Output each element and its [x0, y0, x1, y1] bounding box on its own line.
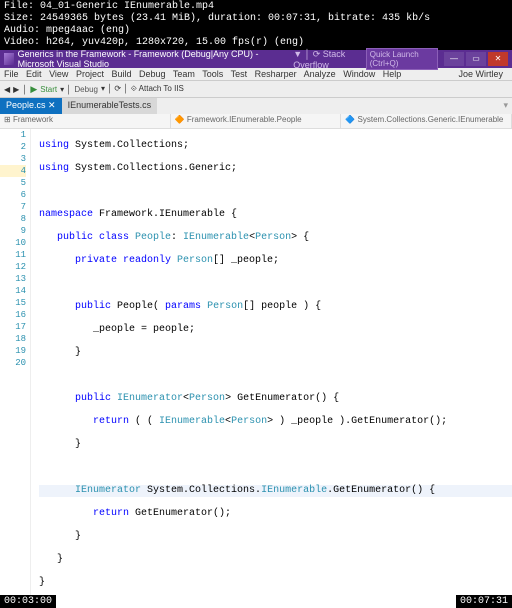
code-area[interactable]: using System.Collections; using System.C…	[31, 129, 512, 608]
menu-help[interactable]: Help	[383, 69, 402, 79]
start-button[interactable]: Start	[40, 85, 57, 94]
stack-overflow-label[interactable]: Stack Overflow	[293, 49, 345, 70]
timecode-duration: 00:07:31	[456, 595, 512, 608]
nav-fwd-icon[interactable]: ▶	[13, 85, 19, 94]
tab-tests-cs[interactable]: IEnumerableTests.cs	[62, 98, 158, 114]
quick-launch-input[interactable]: Quick Launch (Ctrl+Q)	[366, 48, 438, 70]
menu-view[interactable]: View	[49, 69, 68, 79]
menu-test[interactable]: Test	[231, 69, 248, 79]
nav-project[interactable]: ⊞ Framework	[0, 114, 171, 128]
start-icon[interactable]: ▶	[30, 84, 37, 95]
nav-bar: ⊞ Framework 🔶 Framework.IEnumerable.Peop…	[0, 114, 512, 129]
vs-window-top: Generics in the Framework - Framework (D…	[0, 50, 512, 608]
menu-window[interactable]: Window	[343, 69, 375, 79]
maximize-button[interactable]: ▭	[466, 52, 486, 66]
document-tabs: People.cs ✕ IEnumerableTests.cs ▾	[0, 98, 512, 114]
menu-edit[interactable]: Edit	[26, 69, 42, 79]
config-debug[interactable]: Debug	[74, 85, 98, 94]
menu-file[interactable]: File	[4, 69, 19, 79]
close-button[interactable]: ✕	[488, 52, 508, 66]
tab-people-cs[interactable]: People.cs ✕	[0, 98, 62, 114]
menu-debug[interactable]: Debug	[139, 69, 166, 79]
meta-file: File: 04_01-Generic IEnumerable.mp4	[4, 1, 508, 13]
nav-member[interactable]: 🔷 System.Collections.Generic.IEnumerable	[341, 114, 512, 128]
media-metadata: File: 04_01-Generic IEnumerable.mp4 Size…	[0, 0, 512, 50]
menu-team[interactable]: Team	[173, 69, 195, 79]
nav-type[interactable]: 🔶 Framework.IEnumerable.People	[171, 114, 342, 128]
meta-size: Size: 24549365 bytes (23.41 MiB), durati…	[4, 13, 508, 25]
minimize-button[interactable]: —	[444, 52, 464, 66]
tab-overflow-icon[interactable]: ▾	[499, 98, 512, 114]
menu-resharper[interactable]: Resharper	[255, 69, 297, 79]
window-title: Generics in the Framework - Framework (D…	[18, 49, 288, 69]
menu-tools[interactable]: Tools	[202, 69, 223, 79]
timecode-current: 00:03:00	[0, 595, 56, 608]
vs-logo-icon	[4, 53, 14, 65]
attach-button[interactable]: Attach To IIS	[139, 84, 184, 93]
meta-audio: Audio: mpeg4aac (eng)	[4, 25, 508, 37]
titlebar[interactable]: Generics in the Framework - Framework (D…	[0, 50, 512, 68]
menu-analyze[interactable]: Analyze	[304, 69, 336, 79]
menu-project[interactable]: Project	[76, 69, 104, 79]
toolbar: ◀ ▶ │ ▶ Start ▾ │ Debug ▾ │ ⟳ │ ⟐ Attach…	[0, 81, 512, 98]
user-name[interactable]: Joe Wirtley	[458, 69, 503, 79]
code-editor-top[interactable]: 123 456 789 101112 131415 161718 1920 us…	[0, 129, 512, 608]
menu-build[interactable]: Build	[111, 69, 131, 79]
nav-back-icon[interactable]: ◀	[4, 85, 10, 94]
line-gutter: 123 456 789 101112 131415 161718 1920	[0, 129, 31, 608]
